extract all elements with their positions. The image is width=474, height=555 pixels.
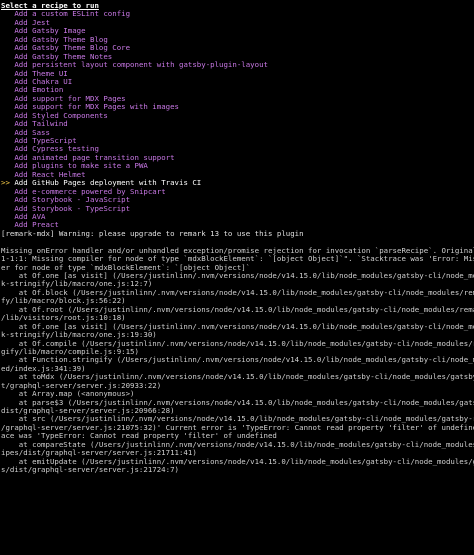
- recipe-option[interactable]: Add Tailwind: [0, 119, 474, 128]
- error-log: Missing onError handler and/or unhandled…: [0, 246, 474, 475]
- recipe-option[interactable]: Add a custom ESLint config: [0, 10, 474, 18]
- recipe-list[interactable]: Add a custom ESLint config Add Jest Add …: [0, 10, 474, 229]
- recipe-option[interactable]: Add Storybook - TypeScript: [0, 204, 474, 213]
- recipe-option[interactable]: Add Chakra UI: [0, 77, 474, 86]
- recipe-option[interactable]: Add persistent layout component with gat…: [0, 60, 474, 69]
- recipe-option[interactable]: Add Styled Components: [0, 111, 474, 120]
- log-line: s/dist/graphql-server/server.js:21724:7): [1, 465, 179, 475]
- terminal-window[interactable]: Select a recipe to run Add a custom ESLi…: [0, 0, 474, 555]
- warning-line: [remark-mdx] Warning: please upgrade to …: [1, 228, 304, 238]
- recipe-option[interactable]: Add AVA: [0, 212, 474, 221]
